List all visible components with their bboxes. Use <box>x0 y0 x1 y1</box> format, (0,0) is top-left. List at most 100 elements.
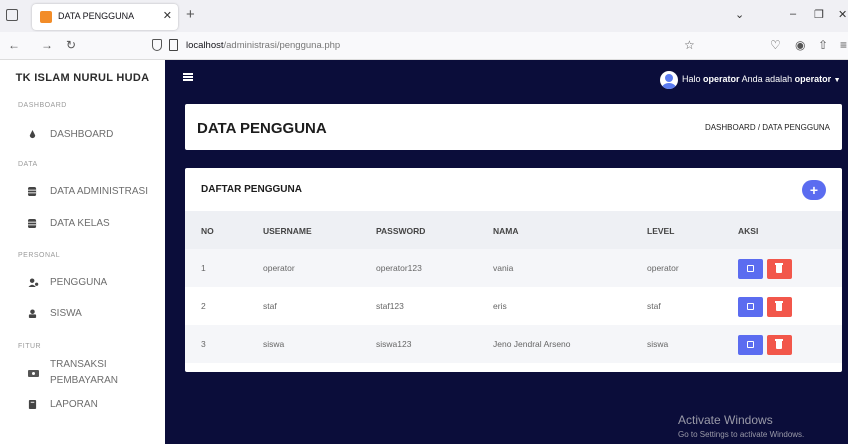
sidebar-item-label: TRANSAKSI <box>50 359 107 370</box>
table-header: NO USERNAME PASSWORD NAMA LEVEL AKSI <box>185 211 842 249</box>
sidebar-item-label: PENGGUNA <box>50 277 108 288</box>
trash-icon <box>775 301 783 311</box>
cell-nama: Jeno Jendral Arseno <box>493 339 571 349</box>
section-personal: PERSONAL <box>18 252 61 259</box>
sidebar-item-data-administrasi[interactable]: DATA ADMINISTRASI <box>0 177 165 207</box>
section-dashboard: DASHBOARD <box>18 102 67 109</box>
cell-nama: eris <box>493 301 507 311</box>
new-tab-icon[interactable]: + <box>186 6 195 23</box>
user-gear-icon <box>28 278 39 287</box>
delete-button[interactable] <box>767 335 792 355</box>
edit-button[interactable] <box>738 297 763 317</box>
user-menu[interactable]: Halo operator Anda adalah operator ▼ <box>682 74 841 84</box>
cell-no: 3 <box>201 339 206 349</box>
section-data: DATA <box>18 161 38 168</box>
cell-level: siswa <box>647 339 669 349</box>
sidebar-item-label: DASHBOARD <box>50 129 114 140</box>
cell-no: 1 <box>201 263 206 273</box>
cell-password: operator123 <box>376 263 422 273</box>
money-icon <box>28 370 39 377</box>
column-header: NO <box>201 226 214 236</box>
breadcrumb[interactable]: DASHBOARD / DATA PENGGUNA <box>705 123 830 132</box>
pocket-icon[interactable]: ♡ <box>770 38 781 52</box>
cell-username: operator <box>263 263 295 273</box>
top-navbar: Halo operator Anda adalah operator ▼ <box>165 60 848 100</box>
cell-username: staf <box>263 301 277 311</box>
delete-button[interactable] <box>767 259 792 279</box>
browser-tab[interactable]: DATA PENGGUNA ✕ <box>32 4 178 30</box>
page-title: DATA PENGGUNA <box>197 120 327 137</box>
tracking-shield-icon[interactable] <box>152 39 162 51</box>
edit-icon <box>747 341 754 348</box>
table-row: 1 operator operator123 vania operator <box>185 249 842 287</box>
table-row: 2 staf staf123 eris staf <box>185 287 842 325</box>
list-all-tabs-icon[interactable]: ⌄ <box>735 8 744 21</box>
page-info-icon[interactable] <box>169 39 178 51</box>
activate-windows-hint: Go to Settings to activate Windows. <box>678 430 805 439</box>
sidebar-item-laporan[interactable]: LAPORAN <box>0 396 165 426</box>
table-row: 3 siswa siswa123 Jeno Jendral Arseno sis… <box>185 325 842 363</box>
minimize-icon[interactable]: – <box>790 8 796 20</box>
sidebar-item-transaksi-pembayaran[interactable]: TRANSAKSI PEMBAYARAN <box>0 358 165 394</box>
browser-nav-bar: ← → ↻ localhost/administrasi/pengguna.ph… <box>0 32 848 60</box>
bookmark-star-icon[interactable]: ☆ <box>684 38 695 52</box>
cell-password: staf123 <box>376 301 404 311</box>
favicon-icon <box>40 11 52 23</box>
back-icon[interactable]: ← <box>8 38 20 52</box>
address-bar[interactable]: localhost/administrasi/pengguna.php <box>186 40 340 51</box>
cell-level: staf <box>647 301 661 311</box>
column-header: PASSWORD <box>376 226 426 236</box>
browser-tab-bar: DATA PENGGUNA ✕ + ⌄ – ❐ ✕ <box>0 0 848 32</box>
column-header: USERNAME <box>263 226 312 236</box>
trash-icon <box>775 339 783 349</box>
extensions-icon[interactable]: ⇧ <box>818 38 828 52</box>
sidebar-item-label-2: PEMBAYARAN <box>50 375 118 386</box>
sidebar-item-data-kelas[interactable]: DATA KELAS <box>0 209 165 239</box>
caret-down-icon: ▼ <box>833 77 841 84</box>
add-user-button[interactable]: + <box>802 180 826 200</box>
activate-windows-watermark: Activate Windows <box>678 413 773 427</box>
sidebar-item-label: LAPORAN <box>50 399 98 410</box>
hamburger-menu-icon[interactable] <box>183 73 193 81</box>
cell-nama: vania <box>493 263 514 273</box>
column-header: NAMA <box>493 226 519 236</box>
forward-icon[interactable]: → <box>41 38 53 52</box>
edit-button[interactable] <box>738 259 763 279</box>
cell-username: siswa <box>263 339 285 349</box>
cell-password: siswa123 <box>376 339 412 349</box>
tab-title: DATA PENGGUNA <box>58 11 135 21</box>
database-icon <box>28 187 37 196</box>
close-window-icon[interactable]: ✕ <box>838 8 847 21</box>
edit-icon <box>747 303 754 310</box>
database-icon <box>28 219 37 228</box>
page-header: DATA PENGGUNA DASHBOARD / DATA PENGGUNA <box>185 104 842 150</box>
sidebar-item-siswa[interactable]: SISWA <box>0 299 165 329</box>
card-title: DAFTAR PENGGUNA <box>201 184 302 195</box>
brand-title: TK ISLAM NURUL HUDA <box>15 72 150 84</box>
column-header: AKSI <box>738 226 759 236</box>
section-fitur: FITUR <box>18 343 42 350</box>
edit-icon <box>747 265 754 272</box>
user-icon <box>28 309 37 318</box>
cell-level: operator <box>647 263 679 273</box>
avatar[interactable] <box>660 71 678 89</box>
column-header: LEVEL <box>647 226 675 236</box>
sidebar: TK ISLAM NURUL HUDA DASHBOARD DASHBOARD … <box>0 60 165 444</box>
sidebar-item-label: SISWA <box>50 308 82 319</box>
menu-icon[interactable]: ≡ <box>840 38 847 52</box>
sidebar-item-dashboard[interactable]: DASHBOARD <box>0 120 165 150</box>
cell-no: 2 <box>201 301 206 311</box>
tab-list-icon[interactable] <box>6 9 18 21</box>
reload-icon[interactable]: ↻ <box>66 38 76 52</box>
dashboard-icon <box>29 130 36 139</box>
trash-icon <box>775 263 783 273</box>
tab-close-icon[interactable]: ✕ <box>163 9 172 22</box>
sidebar-item-pengguna[interactable]: PENGGUNA <box>0 268 165 298</box>
edit-button[interactable] <box>738 335 763 355</box>
delete-button[interactable] <box>767 297 792 317</box>
sidebar-item-label: DATA KELAS <box>50 218 110 229</box>
sidebar-item-label: DATA ADMINISTRASI <box>50 186 148 197</box>
account-icon[interactable]: ◉ <box>795 38 805 52</box>
users-card: DAFTAR PENGGUNA + NO USERNAME PASSWORD N… <box>185 168 842 372</box>
restore-icon[interactable]: ❐ <box>814 8 824 21</box>
